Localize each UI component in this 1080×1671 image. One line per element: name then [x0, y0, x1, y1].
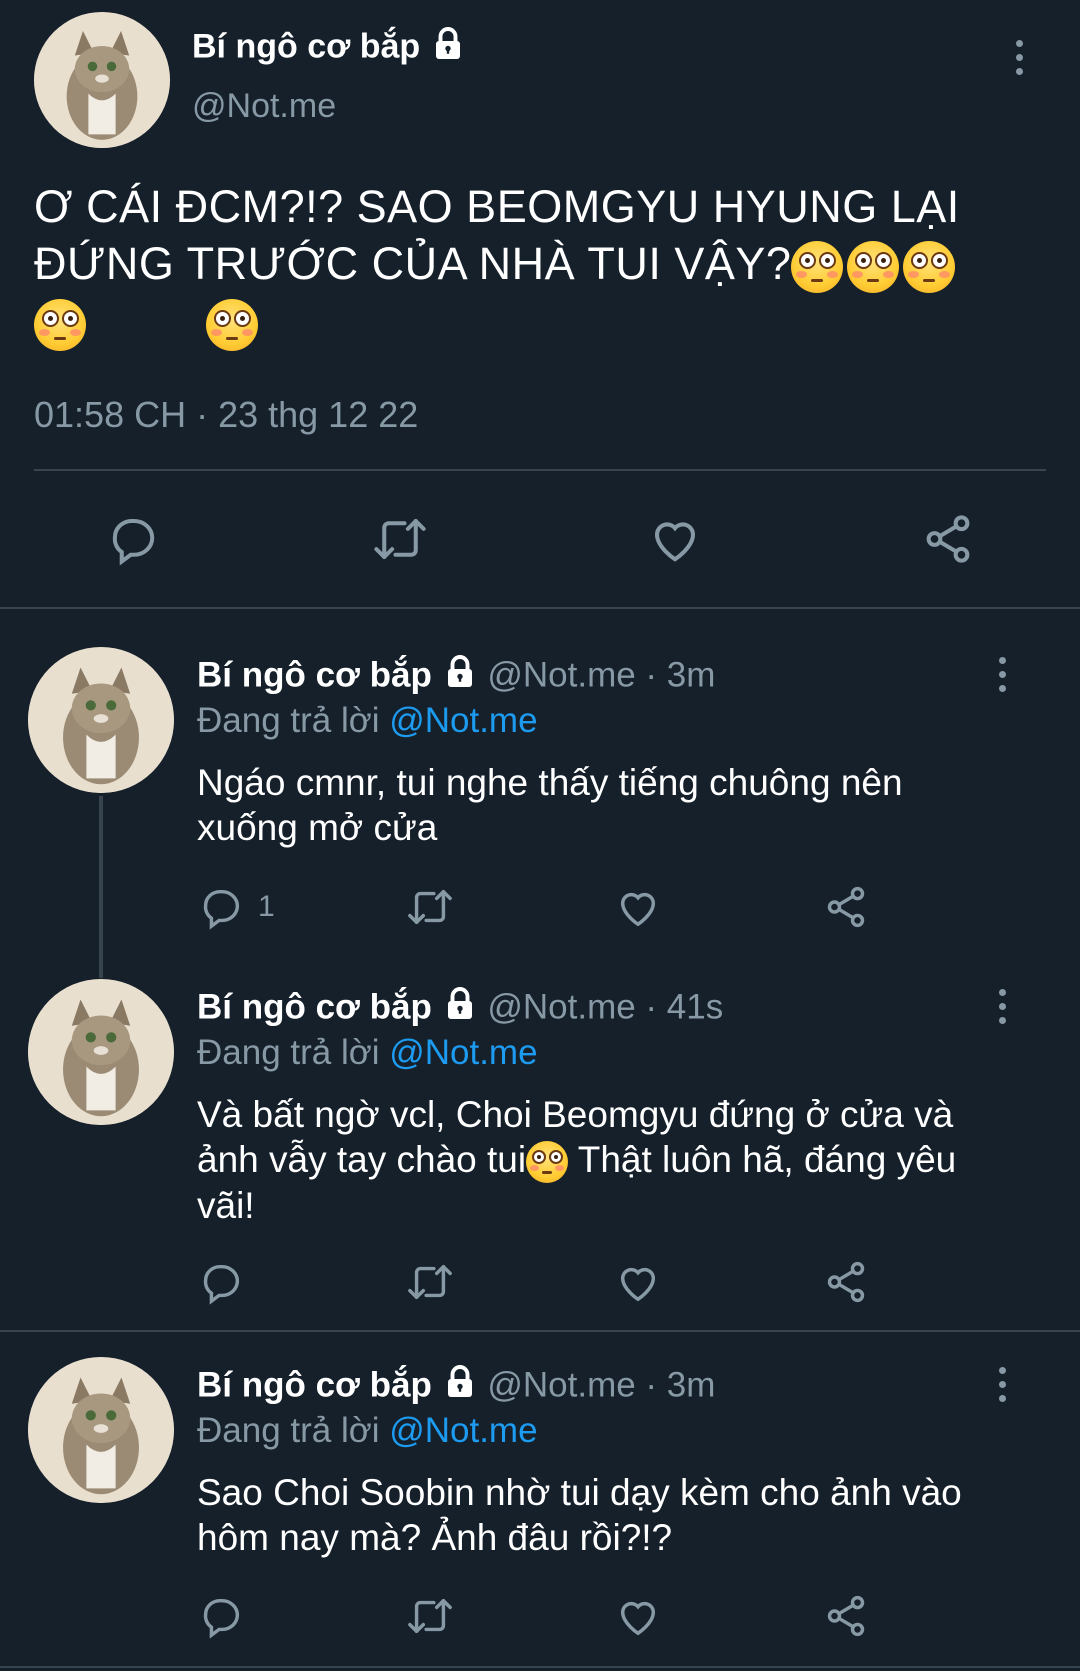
- flushed-emoji: [847, 241, 900, 294]
- replying-to-link[interactable]: @Not.me: [389, 701, 537, 740]
- more-options-icon[interactable]: [1016, 40, 1023, 75]
- like-icon[interactable]: [615, 1593, 661, 1639]
- section-divider: [0, 607, 1080, 609]
- thread-connector-line: [99, 796, 103, 978]
- reply-header: Bí ngô cơ bắp @Not.me · 41s: [197, 986, 723, 1032]
- replying-to: Đang trả lời @Not.me: [197, 1410, 538, 1452]
- section-divider: [0, 1666, 1080, 1668]
- more-options-icon[interactable]: [999, 1367, 1006, 1402]
- flushed-emoji: [206, 299, 258, 352]
- replying-to-label: Đang trả lời: [197, 1033, 380, 1072]
- replying-to-label: Đang trả lời: [197, 1411, 380, 1450]
- reply-icon[interactable]: [198, 1593, 244, 1639]
- replying-to: Đang trả lời @Not.me: [197, 1032, 538, 1074]
- reply-text: Ngáo cmnr, tui nghe thấy tiếng chuông nê…: [197, 760, 903, 850]
- avatar[interactable]: [28, 647, 174, 793]
- replying-to-label: Đang trả lời: [197, 701, 380, 740]
- cat-avatar-image: [34, 12, 170, 148]
- handle-and-time[interactable]: @Not.me · 3m: [487, 1365, 715, 1404]
- reply-count: 1: [258, 890, 275, 923]
- share-icon[interactable]: [823, 884, 869, 930]
- reply-text-line: xuống mở cửa: [197, 807, 438, 848]
- reply-icon[interactable]: 1: [198, 884, 275, 930]
- reply-icon[interactable]: [198, 1259, 244, 1305]
- author-name[interactable]: Bí ngô cơ bắp: [197, 1365, 432, 1404]
- like-icon[interactable]: [615, 884, 661, 930]
- author-name[interactable]: Bí ngô cơ bắp: [197, 655, 432, 694]
- reply-text: Sao Choi Soobin nhờ tui dạy kèm cho ảnh …: [197, 1470, 962, 1560]
- avatar[interactable]: [28, 979, 174, 1125]
- replying-to-link[interactable]: @Not.me: [389, 1411, 537, 1450]
- reply-text: Và bất ngờ vcl, Choi Beomgyu đứng ở cửa …: [197, 1092, 956, 1228]
- handle-and-time[interactable]: @Not.me · 41s: [487, 987, 723, 1026]
- more-options-icon[interactable]: [999, 657, 1006, 692]
- reply-icon[interactable]: [106, 512, 160, 566]
- like-icon[interactable]: [647, 512, 703, 566]
- flushed-emoji: [791, 241, 844, 294]
- avatar[interactable]: [34, 12, 170, 148]
- retweet-icon[interactable]: [404, 1259, 456, 1305]
- flushed-emoji: [526, 1141, 569, 1184]
- author-name[interactable]: Bí ngô cơ bắp: [197, 987, 432, 1026]
- cat-avatar-image: [28, 979, 174, 1125]
- lock-icon: [442, 654, 478, 700]
- replying-to-link[interactable]: @Not.me: [389, 1033, 537, 1072]
- cat-avatar-image: [28, 647, 174, 793]
- flushed-emoji: [903, 241, 956, 294]
- reply-text-line: vãi!: [197, 1185, 255, 1227]
- replying-to: Đang trả lời @Not.me: [197, 700, 538, 742]
- more-options-icon[interactable]: [999, 989, 1006, 1024]
- share-icon[interactable]: [823, 1593, 869, 1639]
- like-icon[interactable]: [615, 1259, 661, 1305]
- lock-icon: [442, 986, 478, 1032]
- lock-icon: [442, 1364, 478, 1410]
- author-name[interactable]: Bí ngô cơ bắp: [192, 26, 466, 71]
- reply-text-line: Sao Choi Soobin nhờ tui dạy kèm cho ảnh …: [197, 1472, 962, 1513]
- flushed-emoji: [34, 299, 86, 352]
- author-name-text: Bí ngô cơ bắp: [192, 27, 421, 66]
- reply-text-fragment: ảnh vẫy tay chào tui: [197, 1139, 527, 1180]
- lock-icon: [430, 26, 466, 71]
- retweet-icon[interactable]: [370, 512, 430, 566]
- reply-header: Bí ngô cơ bắp @Not.me · 3m: [197, 1364, 715, 1410]
- reply-text-line: Ngáo cmnr, tui nghe thấy tiếng chuông nê…: [197, 762, 903, 803]
- author-handle[interactable]: @Not.me: [192, 86, 336, 126]
- tweet-text: Ơ CÁI ĐCM?!? SAO BEOMGYU HYUNG LẠI ĐỨNG …: [34, 178, 1044, 352]
- share-icon[interactable]: [823, 1259, 869, 1305]
- divider: [34, 469, 1046, 471]
- reply-header: Bí ngô cơ bắp @Not.me · 3m: [197, 654, 715, 700]
- retweet-icon[interactable]: [404, 1593, 456, 1639]
- reply-text-line: Và bất ngờ vcl, Choi Beomgyu đứng ở cửa …: [197, 1094, 954, 1135]
- handle-and-time[interactable]: @Not.me · 3m: [487, 655, 715, 694]
- reply-text-line: hôm nay mà? Ảnh đâu rồi?!?: [197, 1517, 673, 1558]
- avatar[interactable]: [28, 1357, 174, 1503]
- cat-avatar-image: [28, 1357, 174, 1503]
- reply-text-line: ảnh vẫy tay chào tui Thật luôn hã, đáng …: [197, 1137, 957, 1184]
- share-icon[interactable]: [920, 512, 976, 566]
- tweet-timestamp[interactable]: 01:58 CH · 23 thg 12 22: [34, 394, 418, 436]
- retweet-icon[interactable]: [404, 884, 456, 930]
- reply-text-fragment: Thật luôn hã, đáng yêu: [568, 1139, 957, 1180]
- section-divider: [0, 1330, 1080, 1332]
